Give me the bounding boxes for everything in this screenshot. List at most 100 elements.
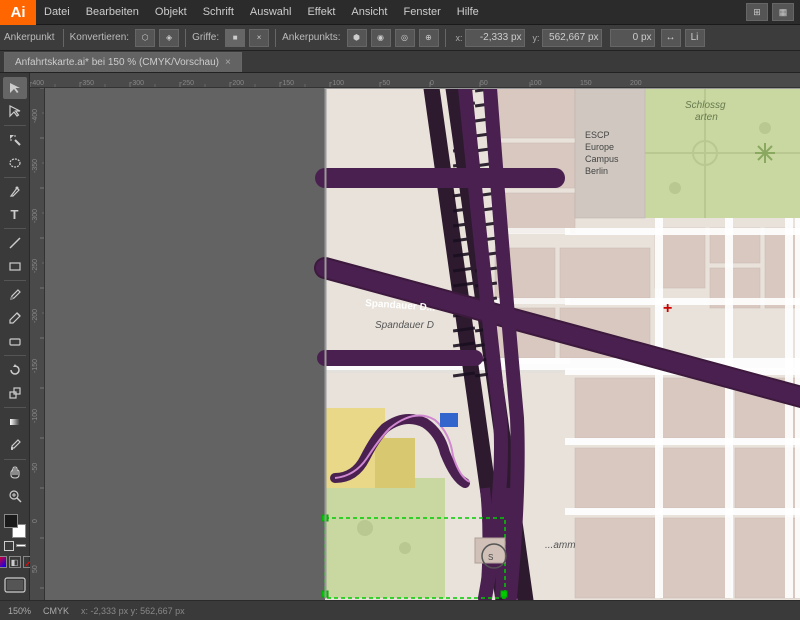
svg-text:-150: -150	[280, 80, 294, 87]
screen-mode-btn[interactable]: ⊞	[746, 3, 768, 21]
zoom-tool[interactable]	[3, 485, 27, 507]
svg-text:arten: arten	[695, 112, 718, 123]
ruler-left-marks: -400 -350 -300 -250 -200 -150 -100 -50 0…	[30, 88, 45, 600]
ap-icon1[interactable]: ⬢	[347, 29, 367, 47]
svg-text:-100: -100	[32, 409, 39, 423]
tool-sep7	[4, 459, 26, 460]
ap-icon3[interactable]: ◎	[395, 29, 415, 47]
ruler-left: -400 -350 -300 -250 -200 -150 -100 -50 0…	[30, 88, 45, 600]
color-swatch-area	[2, 514, 28, 538]
svg-text:Spandauer D: Spandauer D	[375, 320, 434, 331]
menu-hilfe[interactable]: Hilfe	[449, 0, 487, 24]
select-tool[interactable]	[3, 77, 27, 99]
svg-text:50: 50	[480, 80, 488, 87]
transform-btn1[interactable]: ↔	[661, 29, 681, 47]
svg-text:0: 0	[430, 80, 434, 87]
y-input[interactable]	[542, 29, 602, 47]
svg-text:Berlin: Berlin	[585, 166, 608, 176]
x-coords: x:	[456, 29, 525, 47]
menu-ansicht[interactable]: Ansicht	[343, 0, 395, 24]
svg-text:+: +	[663, 300, 672, 317]
scale-tool[interactable]	[3, 382, 27, 404]
menu-bearbeiten[interactable]: Bearbeiten	[78, 0, 147, 24]
app-logo: Ai	[0, 0, 36, 25]
direct-select-tool[interactable]	[3, 100, 27, 122]
fill-indicator[interactable]	[16, 544, 26, 547]
svg-text:Europe: Europe	[585, 142, 614, 152]
ankerpunkts-label: Ankerpunkts:	[282, 32, 340, 43]
color-mode-btn[interactable]	[0, 556, 7, 568]
left-toolbar: T	[0, 73, 30, 600]
status-zoom: 150%	[8, 606, 31, 616]
tab-bar: Anfahrtskarte.ai* bei 150 % (CMYK/Vorsch…	[0, 51, 800, 73]
transform-btn2[interactable]: Li	[685, 29, 705, 47]
ruler-top-marks: -400 -350 -300 -250 -200 -150 -100 -50 0…	[30, 73, 800, 87]
menu-schrift[interactable]: Schrift	[195, 0, 242, 24]
drawing-canvas[interactable]: ESCP Europe Campus Berlin Schlossg arten	[45, 88, 800, 600]
eyedropper-tool[interactable]	[3, 434, 27, 456]
menu-datei[interactable]: Datei	[36, 0, 78, 24]
svg-text:-250: -250	[180, 80, 194, 87]
svg-text:100: 100	[530, 80, 542, 87]
tool-sep1	[4, 125, 26, 126]
gradient-mode-btn[interactable]: ◧	[9, 556, 21, 568]
menu-auswahl[interactable]: Auswahl	[242, 0, 300, 24]
svg-text:Schlossg: Schlossg	[685, 100, 726, 111]
hand-tool[interactable]	[3, 462, 27, 484]
svg-text:ESCP: ESCP	[585, 130, 610, 140]
eraser-tool[interactable]	[3, 330, 27, 352]
konvertieren-label: Konvertieren:	[70, 32, 129, 43]
svg-text:-350: -350	[32, 159, 39, 173]
menu-items: Datei Bearbeiten Objekt Schrift Auswahl …	[36, 0, 487, 24]
lasso-tool[interactable]	[3, 152, 27, 174]
y-coords: y:	[533, 29, 602, 47]
rect-tool[interactable]	[3, 255, 27, 277]
ankerpunkt-label: Ankerpunkt	[4, 32, 55, 43]
stroke-indicator[interactable]	[4, 541, 14, 551]
svg-text:150: 150	[580, 80, 592, 87]
svg-text:-400: -400	[30, 80, 44, 87]
svg-text:50: 50	[32, 565, 39, 573]
ap-icon2[interactable]: ◉	[371, 29, 391, 47]
menu-objekt[interactable]: Objekt	[147, 0, 195, 24]
pencil-tool[interactable]	[3, 307, 27, 329]
ap-icon4[interactable]: ⊕	[419, 29, 439, 47]
canvas-with-ruler: -400 -350 -300 -250 -200 -150 -100 -50 0…	[30, 88, 800, 600]
svg-text:-300: -300	[130, 80, 144, 87]
convert-smooth-btn[interactable]: ◈	[159, 29, 179, 47]
svg-text:...amm: ...amm	[545, 540, 576, 551]
tab-title: Anfahrtskarte.ai* bei 150 % (CMYK/Vorsch…	[15, 57, 219, 68]
griffe-icon1[interactable]: ■	[225, 29, 245, 47]
svg-text:-50: -50	[32, 463, 39, 473]
griffe-icon2[interactable]: ×	[249, 29, 269, 47]
rotate-tool[interactable]	[3, 359, 27, 381]
document-tab[interactable]: Anfahrtskarte.ai* bei 150 % (CMYK/Vorsch…	[4, 52, 242, 72]
convert-corner-btn[interactable]: ⬡	[135, 29, 155, 47]
screen-mode-icon[interactable]	[4, 577, 26, 596]
menu-effekt[interactable]: Effekt	[299, 0, 343, 24]
paintbrush-tool[interactable]	[3, 284, 27, 306]
svg-text:-300: -300	[32, 209, 39, 223]
tab-close-btn[interactable]: ×	[225, 57, 231, 68]
gradient-tool[interactable]	[3, 411, 27, 433]
tool-sep2	[4, 177, 26, 178]
line-tool[interactable]	[3, 232, 27, 254]
canvas-area: -400 -350 -300 -250 -200 -150 -100 -50 0…	[30, 73, 800, 600]
svg-text:-400: -400	[32, 109, 39, 123]
foreground-color-swatch[interactable]	[4, 514, 18, 528]
menu-fenster[interactable]: Fenster	[395, 0, 448, 24]
stroke-fill-controls	[4, 541, 26, 551]
type-tool[interactable]: T	[3, 204, 27, 226]
x-label: x:	[456, 33, 463, 43]
main-area: T	[0, 73, 800, 600]
svg-text:S: S	[488, 553, 493, 562]
x-input[interactable]	[465, 29, 525, 47]
magic-wand-tool[interactable]	[3, 129, 27, 151]
griffe-label: Griffe:	[192, 32, 219, 43]
arrange-btn[interactable]: ▦	[772, 3, 794, 21]
z-input[interactable]	[610, 29, 655, 47]
options-toolbar: Ankerpunkt Konvertieren: ⬡ ◈ Griffe: ■ ×…	[0, 25, 800, 51]
pen-tool[interactable]	[3, 181, 27, 203]
y-label: y:	[533, 33, 540, 43]
svg-text:-50: -50	[380, 80, 390, 87]
